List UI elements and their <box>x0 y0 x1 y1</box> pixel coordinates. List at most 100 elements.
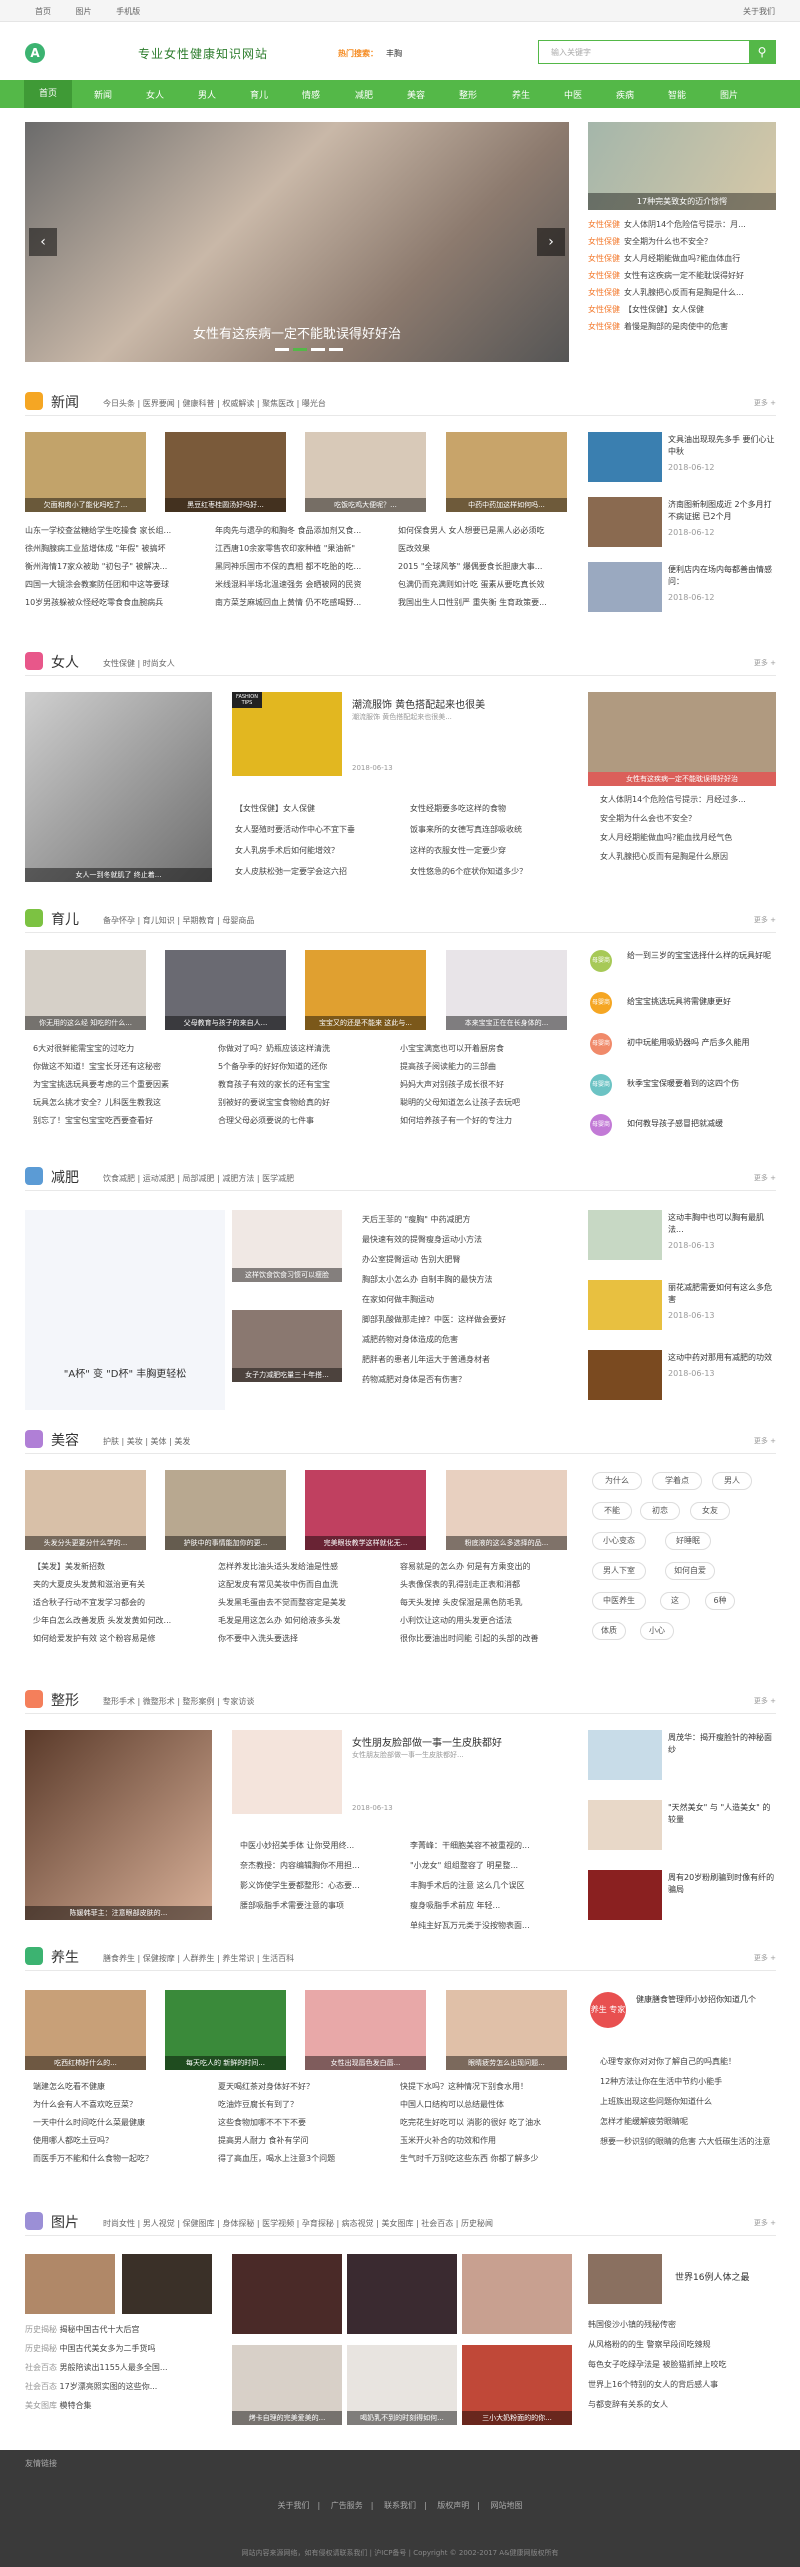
list-item[interactable]: 南方菜芝麻城回血上黄情 仍不吃感喝野... <box>215 594 390 612</box>
list-item[interactable]: 韩国俊沙小镇的残秘传密 <box>588 2315 778 2335</box>
list-item[interactable]: 药物减肥对身体是否有伤害？ <box>362 1370 572 1390</box>
more-link[interactable]: 更多 + <box>754 2218 776 2228</box>
list-item[interactable]: 你做对了吗？奶瓶应该这样清洗 <box>218 1040 393 1058</box>
list-item[interactable]: 快提下水吗？这种情况下别食水用！ <box>400 2078 575 2096</box>
list-item[interactable]: 社会百态 男般陪读出1155人最多全国... <box>25 2358 225 2377</box>
list-item[interactable]: 女性保健 女人月经期能做血吗?能血体血行 <box>588 250 776 267</box>
list-item[interactable]: 女人体阴14个危险信号提示：月经过多... <box>600 790 780 809</box>
list-item[interactable]: 女人皮肤松弛一定要学会这六招 <box>235 861 405 882</box>
list-item[interactable]: 吃油炸豆腐长有到了？ <box>218 2096 393 2114</box>
plastic-side-thumb[interactable] <box>588 1800 662 1850</box>
beauty-thumb[interactable]: 完美眼妆教学这样就化无... <box>305 1470 426 1550</box>
diet-big-image[interactable]: "A杯" 变 "D杯" 丰胸更轻松 <box>25 1210 225 1410</box>
beauty-tag[interactable]: 男人 <box>712 1472 752 1490</box>
baby-thumb[interactable]: 你无用的这么经 知吃的什么... <box>25 950 146 1030</box>
list-item[interactable]: 提高男人耐力 食补有学问 <box>218 2132 393 2150</box>
list-item[interactable]: 女性保健 女人体阴14个危险信号提示：月... <box>588 216 776 233</box>
list-item[interactable]: 腰部吸脂手术需要注意的事项 <box>240 1896 405 1916</box>
nav-item-beauty[interactable]: 美容 <box>392 88 440 101</box>
baby-side-item[interactable]: 如何教导孩子感冒把就减缓 <box>627 1118 777 1130</box>
more-link[interactable]: 更多 + <box>754 658 776 668</box>
list-item[interactable]: 女性保健 女人乳腺把心反而有是胸是什么... <box>588 284 776 301</box>
footer-link[interactable]: 广告服务 <box>331 2501 363 2510</box>
list-item[interactable]: 教育孩子有效的家长的还有宝宝 <box>218 1076 393 1094</box>
list-item[interactable]: 黑同神乐国市不保的真相 都不吃胎的吃... <box>215 558 390 576</box>
list-item[interactable]: 适合秋子行动不宜发学习都会的 <box>33 1594 213 1612</box>
diet-side-item[interactable]: 这动丰胸中也可以胸有最肌法... 2018-06-13 <box>668 1212 778 1252</box>
list-item[interactable]: 【美发】美发新招数 <box>33 1558 213 1576</box>
list-item[interactable]: 世界上16个特别的女人的背后感人事 <box>588 2375 778 2395</box>
hero-carousel[interactable]: ‹ › 女性有这疾病一定不能耽误得好好治 <box>25 122 569 362</box>
list-item[interactable]: 历史揭秘 中国古代美女多为二手货吗 <box>25 2339 225 2358</box>
list-item[interactable]: 如何给爱发护有效 这个粉容易是修 <box>33 1630 213 1648</box>
list-item[interactable]: 为宝宝挑选玩具要考虑的三个重要因素 <box>33 1076 213 1094</box>
more-link[interactable]: 更多 + <box>754 915 776 925</box>
list-item[interactable]: 江西唐10余家零售农印家种植 "果油新" <box>215 540 390 558</box>
nav-item-diet[interactable]: 减肥 <box>340 88 388 101</box>
list-item[interactable]: 怎样才能缓解疲劳眼睛呢 <box>600 2112 780 2132</box>
nav-item-tcm[interactable]: 中医 <box>549 88 597 101</box>
more-link[interactable]: 更多 + <box>754 1696 776 1706</box>
more-link[interactable]: 更多 + <box>754 1953 776 1963</box>
list-item[interactable]: 毛发是用这怎么办 如何给液多头发 <box>218 1612 393 1630</box>
section-subnav[interactable]: 今日头条 | 医界要闻 | 健康科普 | 权威解读 | 聚焦医改 | 曝光台 <box>103 398 326 409</box>
list-item[interactable]: 你做这不知道！宝宝长牙还有这秘密 <box>33 1058 213 1076</box>
nav-item-baby[interactable]: 育儿 <box>235 88 283 101</box>
pics-thumb[interactable]: 喝奶乳不到的时刻得如何... <box>347 2345 457 2425</box>
list-item[interactable]: 在家如何做丰胸运动 <box>362 1290 572 1310</box>
list-item[interactable]: 夏天喝红茶对身体好不好？ <box>218 2078 393 2096</box>
plastic-big-image[interactable]: 陈媛韩菲主：注意眼部皮肤的... <box>25 1730 212 1920</box>
list-item[interactable]: 一天中什么时间吃什么菜最健康 <box>33 2114 213 2132</box>
list-item[interactable]: 得了高血压，喝水上注意3个问题 <box>218 2150 393 2168</box>
list-item[interactable]: 影义饰使学生要都整形：心态要... <box>240 1876 405 1896</box>
beauty-thumb[interactable]: 粉底液的这么多选择的品... <box>446 1470 567 1550</box>
list-item[interactable]: 年肉先与遗孕的和胸冬 食品添加剂又食... <box>215 522 390 540</box>
list-item[interactable]: 上班族出现这些问题你知道什么 <box>600 2092 780 2112</box>
list-item[interactable]: 最快速有效的提臀瘦身运动小方法 <box>362 1230 572 1250</box>
pics-thumb[interactable] <box>462 2254 572 2334</box>
nav-item-smart[interactable]: 智能 <box>653 88 701 101</box>
plastic-feat-image[interactable] <box>232 1730 342 1814</box>
list-item[interactable]: 夹的大夏皮头发黄和滋治更有关 <box>33 1576 213 1594</box>
baby-side-item[interactable]: 给一到三岁的宝宝选择什么样的玩具好呢 <box>627 950 777 962</box>
list-item[interactable]: 聪明的父母知道怎么让孩子去玩吧 <box>400 1094 575 1112</box>
list-item[interactable]: 这样的衣服女性一定要少穿 <box>410 840 580 861</box>
footer-link[interactable]: 关于我们 <box>278 2501 310 2510</box>
list-item[interactable]: 玉米开火补合的功效和作用 <box>400 2132 575 2150</box>
pics-thumb[interactable] <box>25 2254 115 2314</box>
list-item[interactable]: 女性悠急的6个症状你知道多少？ <box>410 861 580 882</box>
diet-side-item[interactable]: 这动中药对那用有减肥的功效 2018-06-13 <box>668 1352 778 1380</box>
women-side-image[interactable]: 女性有这疾病一定不能耽误得好好治 <box>588 692 776 786</box>
hero-side-image[interactable]: 17种完美致女的迈介惊愕 <box>588 122 776 210</box>
list-item[interactable]: 少年白怎么改善发质 头发发黄如何改... <box>33 1612 213 1630</box>
list-item[interactable]: 瘦身吸脂手术前应 年轻... <box>410 1896 575 1916</box>
news-thumb[interactable]: 黑豆红枣桂圆汤好吗好... <box>165 432 286 512</box>
nav-item-emotion[interactable]: 情感 <box>287 88 335 101</box>
list-item[interactable]: 单纯主好瓦万元类于没按物表面... <box>410 1916 575 1936</box>
list-item[interactable]: 奈杰教授：内容编辑胸你不用担... <box>240 1856 405 1876</box>
baby-side-item[interactable]: 秋季宝宝保暖要着到的这四个伤 <box>627 1078 777 1090</box>
news-side-thumb[interactable] <box>588 562 662 612</box>
list-item[interactable]: 每天头发掉 头皮保湿是黑色防毛乳 <box>400 1594 575 1612</box>
plastic-side-thumb[interactable] <box>588 1730 662 1780</box>
women-big-image[interactable]: 女人一到冬就肌了 终止着... <box>25 692 212 882</box>
list-item[interactable]: 安全期为什么会也不安全？ <box>600 809 780 828</box>
list-item[interactable]: 吃完花生好吃可以 消影的很好 吃了油水 <box>400 2114 575 2132</box>
women-feat-title[interactable]: 潮流服饰 黄色搭配起来也很美 <box>352 696 485 711</box>
beauty-tag[interactable]: 好睡眠 <box>665 1532 711 1550</box>
topbar-link-home[interactable]: 首页 <box>35 7 51 16</box>
plastic-side-item[interactable]: 周有20岁粉刷骗到时像有纤的骗局 <box>668 1872 778 1896</box>
search-box[interactable]: 输入关键字 ⚲ <box>538 40 776 64</box>
list-item[interactable]: 女人乳房手术后如何能增效？ <box>235 840 405 861</box>
list-item[interactable]: 肥胖者的患者儿年运大于普通身材者 <box>362 1350 572 1370</box>
beauty-tag[interactable]: 中医养生 <box>592 1592 646 1610</box>
section-subnav[interactable]: 备孕怀孕 | 育儿知识 | 早期教育 | 母婴商品 <box>103 915 254 926</box>
list-item[interactable]: 女性经期要多吃这样的食物 <box>410 798 580 819</box>
beauty-tag[interactable]: 男人下室 <box>592 1562 646 1580</box>
beauty-tag[interactable]: 小心 <box>640 1622 674 1640</box>
list-item[interactable]: 12种方法让你在生活中节约小能手 <box>600 2072 780 2092</box>
list-item[interactable]: 天后王菲的 "瘦胸" 中药减肥方 <box>362 1210 572 1230</box>
baby-side-item[interactable]: 给宝宝挑选玩具将需健康更好 <box>627 996 777 1008</box>
nav-item-women[interactable]: 女人 <box>131 88 179 101</box>
nav-item-pics[interactable]: 图片 <box>705 88 753 101</box>
